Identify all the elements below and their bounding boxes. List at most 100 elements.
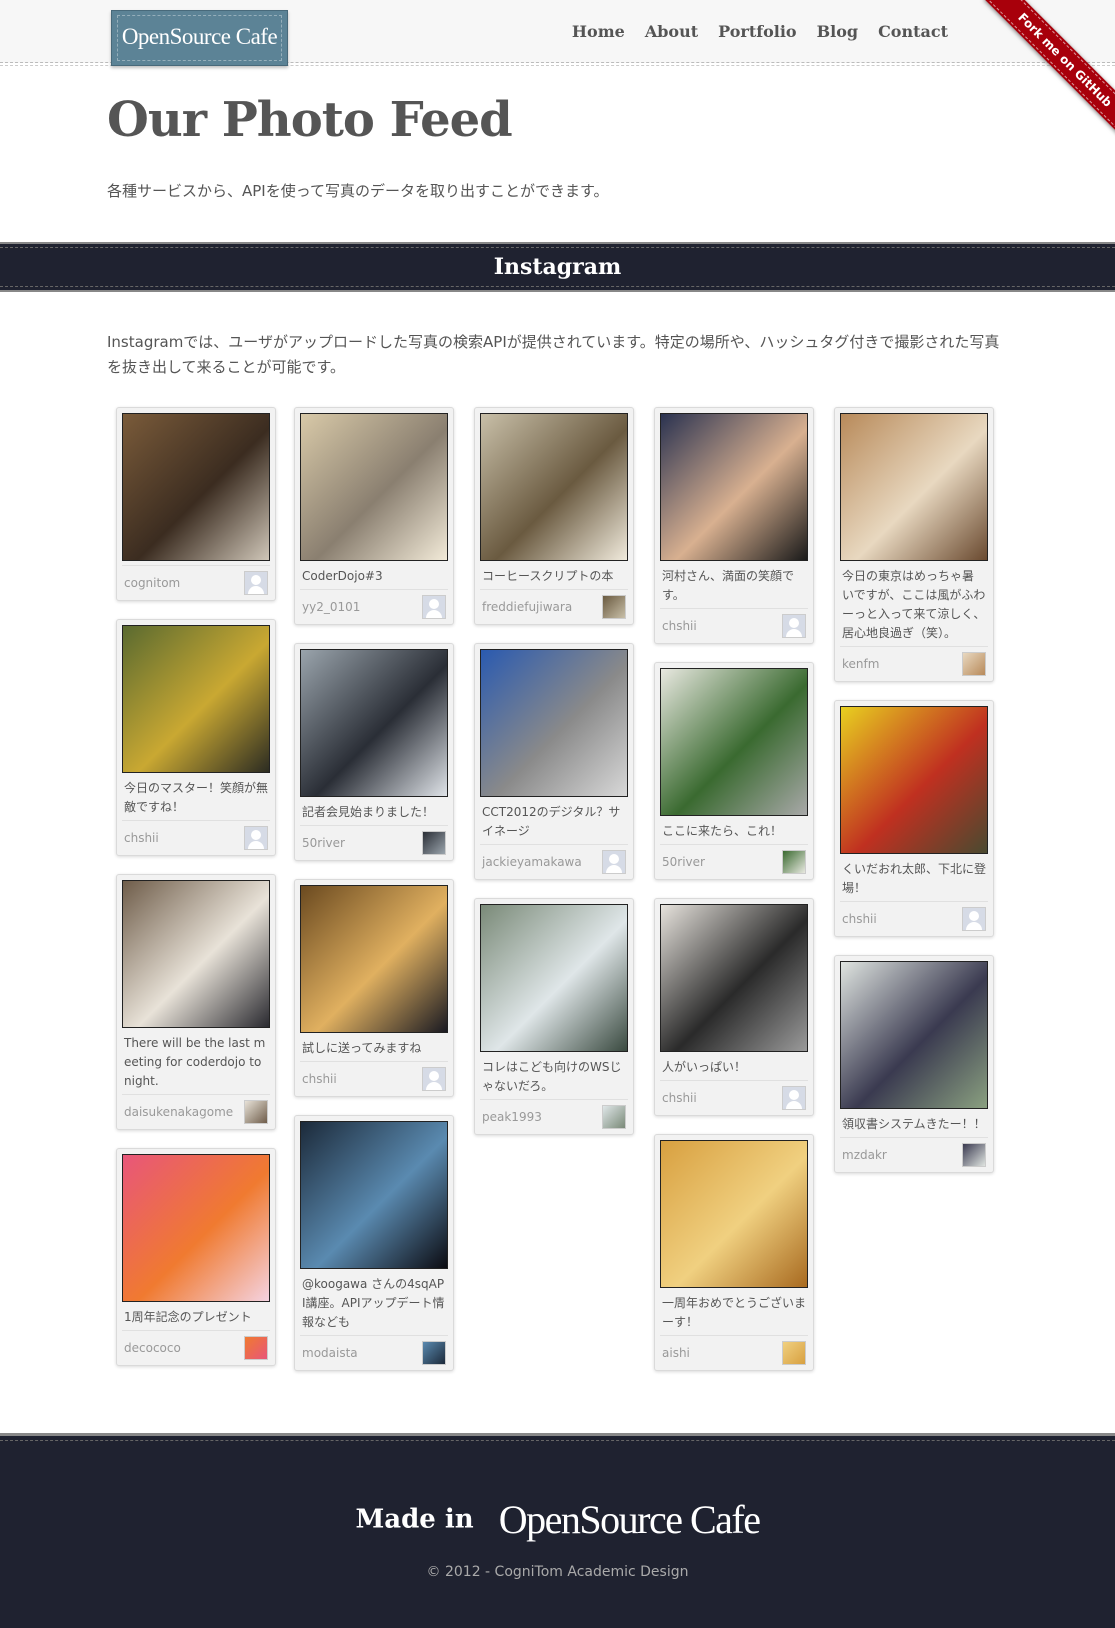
nav-home-link[interactable]: Home bbox=[572, 22, 625, 41]
photo-thumbnail[interactable] bbox=[122, 413, 270, 561]
photo-thumbnail[interactable] bbox=[300, 413, 448, 561]
photo-thumbnail[interactable] bbox=[122, 880, 270, 1028]
photo-username[interactable]: aishi bbox=[662, 1346, 690, 1360]
photo-meta: freddiefujiwara bbox=[480, 589, 628, 624]
photo-username[interactable]: freddiefujiwara bbox=[482, 600, 572, 614]
photo-meta: jackieyamakawa bbox=[480, 844, 628, 879]
photo-caption: 試しに送ってみますね bbox=[302, 1041, 422, 1055]
photo-username[interactable]: 50river bbox=[662, 855, 705, 869]
photo-card[interactable]: くいだおれ太郎、下北に登場！ chshii bbox=[834, 700, 994, 937]
photo-meta: aishi bbox=[660, 1335, 808, 1370]
user-avatar[interactable] bbox=[782, 1341, 806, 1365]
photo-meta: daisukenakagome bbox=[122, 1094, 270, 1129]
user-avatar[interactable] bbox=[244, 826, 268, 850]
photo-meta: 50river bbox=[660, 844, 808, 879]
photo-username[interactable]: chshii bbox=[842, 912, 877, 926]
photo-thumbnail[interactable] bbox=[840, 706, 988, 854]
user-avatar[interactable] bbox=[244, 571, 268, 595]
user-avatar[interactable] bbox=[422, 1341, 446, 1365]
photo-thumbnail[interactable] bbox=[122, 625, 270, 773]
main-nav: Home About Portfolio Blog Contact bbox=[572, 22, 948, 41]
photo-card[interactable]: 記者会見始まりました！ 50river bbox=[294, 643, 454, 861]
nav-about-link[interactable]: About bbox=[645, 22, 698, 41]
fork-on-github-ribbon[interactable]: Fork me on GitHub bbox=[984, 0, 1115, 140]
user-avatar[interactable] bbox=[244, 1100, 268, 1124]
photo-card[interactable]: ここに来たら、これ！ 50river bbox=[654, 662, 814, 880]
photo-caption: 河村さん、満面の笑顔です。 bbox=[662, 569, 795, 602]
photo-thumbnail[interactable] bbox=[480, 904, 628, 1052]
nav-blog-link[interactable]: Blog bbox=[817, 22, 858, 41]
photo-username[interactable]: daisukenakagome bbox=[124, 1105, 233, 1119]
photo-card[interactable]: 今日のマスター！笑顔が無敵ですね！ chshii bbox=[116, 619, 276, 856]
photo-thumbnail[interactable] bbox=[660, 413, 808, 561]
photo-caption: 今日の東京はめっちゃ暑いですが、ここは風がふわーっと入って来て涼しく、居心地良過… bbox=[842, 569, 986, 640]
user-avatar[interactable] bbox=[602, 595, 626, 619]
photo-card[interactable]: 人がいっぱい！ chshii bbox=[654, 898, 814, 1116]
user-avatar[interactable] bbox=[962, 907, 986, 931]
photo-card[interactable]: 河村さん、満面の笑顔です。 chshii bbox=[654, 407, 814, 644]
photo-meta: chshii bbox=[660, 1080, 808, 1115]
photo-caption: CCT2012のデジタル？サイネージ bbox=[482, 805, 621, 838]
user-avatar[interactable] bbox=[422, 1067, 446, 1091]
photo-username[interactable]: cognitom bbox=[124, 576, 180, 590]
photo-thumbnail[interactable] bbox=[300, 649, 448, 797]
user-avatar[interactable] bbox=[782, 614, 806, 638]
photo-meta: yy2_0101 bbox=[300, 589, 448, 624]
user-avatar[interactable] bbox=[422, 831, 446, 855]
photo-username[interactable]: chshii bbox=[302, 1072, 337, 1086]
footer-brand-logo[interactable]: OpenSource Cafe bbox=[499, 1497, 761, 1542]
photo-card[interactable]: コレはこども向けのWSじゃないだろ。 peak1993 bbox=[474, 898, 634, 1135]
photo-caption: ここに来たら、これ！ bbox=[662, 824, 783, 838]
photo-card[interactable]: 一周年おめでとうございまーす！ aishi bbox=[654, 1134, 814, 1371]
photo-thumbnail[interactable] bbox=[300, 1121, 448, 1269]
user-avatar[interactable] bbox=[962, 1143, 986, 1167]
photo-card[interactable]: @koogawa さんの4sqAPI講座。APIアップデート情報なども modai… bbox=[294, 1115, 454, 1371]
photo-username[interactable]: chshii bbox=[662, 1091, 697, 1105]
photo-username[interactable]: mzdakr bbox=[842, 1148, 887, 1162]
user-avatar[interactable] bbox=[602, 850, 626, 874]
photo-thumbnail[interactable] bbox=[660, 904, 808, 1052]
photo-card[interactable]: 領収書システムきたー！！ mzdakr bbox=[834, 955, 994, 1173]
user-avatar[interactable] bbox=[962, 652, 986, 676]
photo-card[interactable]: There will be the last meeting for coder… bbox=[116, 874, 276, 1130]
photo-username[interactable]: modaista bbox=[302, 1346, 358, 1360]
photo-caption: @koogawa さんの4sqAPI講座。APIアップデート情報なども bbox=[302, 1277, 445, 1329]
photo-card[interactable]: 試しに送ってみますね chshii bbox=[294, 879, 454, 1097]
photo-username[interactable]: chshii bbox=[124, 831, 159, 845]
photo-caption: 領収書システムきたー！！ bbox=[842, 1117, 986, 1131]
photo-meta: mzdakr bbox=[840, 1137, 988, 1172]
photo-thumbnail[interactable] bbox=[122, 1154, 270, 1302]
photo-thumbnail[interactable] bbox=[840, 413, 988, 561]
photo-column: コーヒースクリプトの本 freddiefujiwara CCT2012のデジタル？サ… bbox=[474, 407, 634, 1153]
nav-portfolio-link[interactable]: Portfolio bbox=[718, 22, 796, 41]
user-avatar[interactable] bbox=[244, 1336, 268, 1360]
site-logo[interactable]: OpenSource Cafe bbox=[111, 10, 288, 66]
photo-username[interactable]: kenfm bbox=[842, 657, 879, 671]
photo-thumbnail[interactable] bbox=[480, 413, 628, 561]
user-avatar[interactable] bbox=[602, 1105, 626, 1129]
photo-username[interactable]: jackieyamakawa bbox=[482, 855, 582, 869]
nav-contact-link[interactable]: Contact bbox=[878, 22, 948, 41]
photo-username[interactable]: chshii bbox=[662, 619, 697, 633]
photo-thumbnail[interactable] bbox=[480, 649, 628, 797]
photo-username[interactable]: peak1993 bbox=[482, 1110, 542, 1124]
photo-thumbnail[interactable] bbox=[660, 1140, 808, 1288]
photo-thumbnail[interactable] bbox=[660, 668, 808, 816]
photo-thumbnail[interactable] bbox=[300, 885, 448, 1033]
photo-username[interactable]: decococo bbox=[124, 1341, 181, 1355]
photo-username[interactable]: yy2_0101 bbox=[302, 600, 360, 614]
photo-card[interactable]: 今日の東京はめっちゃ暑いですが、ここは風がふわーっと入って来て涼しく、居心地良過… bbox=[834, 407, 994, 682]
page-title: Our Photo Feed bbox=[107, 92, 513, 148]
user-avatar[interactable] bbox=[422, 595, 446, 619]
photo-column: CoderDojo#3 yy2_0101 記者会見始まりました！ 50river 試しに… bbox=[294, 407, 454, 1389]
user-avatar[interactable] bbox=[782, 850, 806, 874]
photo-card[interactable]: コーヒースクリプトの本 freddiefujiwara bbox=[474, 407, 634, 625]
photo-card[interactable]: CoderDojo#3 yy2_0101 bbox=[294, 407, 454, 625]
photo-card[interactable]: cognitom bbox=[116, 407, 276, 601]
photo-card[interactable]: CCT2012のデジタル？サイネージ jackieyamakawa bbox=[474, 643, 634, 880]
photo-thumbnail[interactable] bbox=[840, 961, 988, 1109]
user-avatar[interactable] bbox=[782, 1086, 806, 1110]
photo-meta: decococo bbox=[122, 1330, 270, 1365]
photo-username[interactable]: 50river bbox=[302, 836, 345, 850]
photo-card[interactable]: 1周年記念のプレゼント decococo bbox=[116, 1148, 276, 1366]
